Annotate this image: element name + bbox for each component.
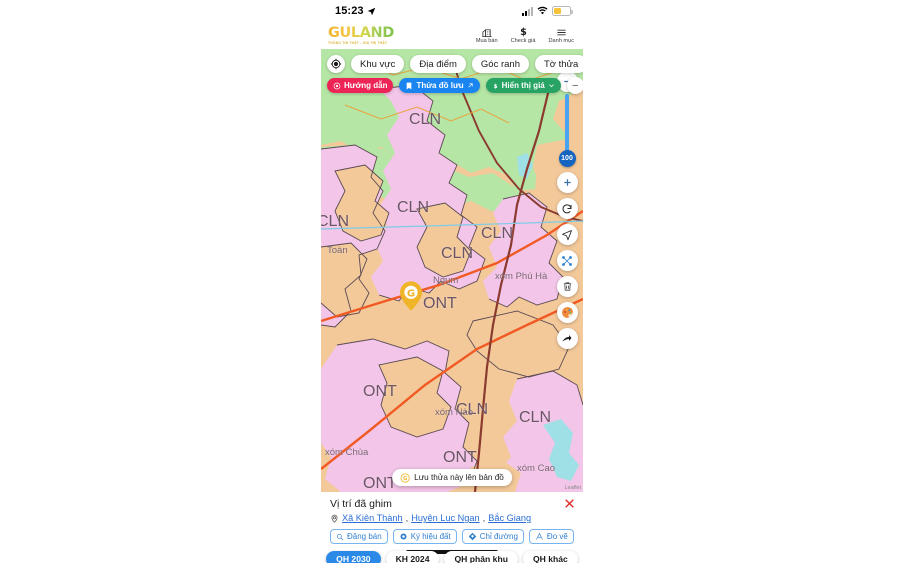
navigate-locate-icon xyxy=(562,229,572,240)
address-part-commune[interactable]: Xã Kiên Thành xyxy=(342,513,403,523)
collapse-filters-button[interactable]: − xyxy=(566,77,583,94)
screenshot-root: 15:23 GULAND THÔNG TIN THẬT - GIÁ TRỊ TH… xyxy=(0,0,903,563)
address-part-province[interactable]: Bắc Giang xyxy=(488,513,531,523)
map-container[interactable]: CLN CLN CLN CLN CLN CLN CLN ONT ONT ONT … xyxy=(321,49,583,492)
draw-measure-icon xyxy=(536,532,543,540)
pin-save-icon: G xyxy=(400,472,410,483)
dollar-sign-icon: $ xyxy=(493,84,497,90)
action-dang-ban[interactable]: Đăng bán xyxy=(330,529,388,545)
phone-viewport: 15:23 GULAND THÔNG TIN THẬT - GIÁ TRỊ TH… xyxy=(321,0,583,563)
quy-hoach-tabs: QH 2030 KH 2024 QH phân khu QH khác xyxy=(321,547,583,563)
filter-chips-primary: Khu vực Địa điểm Góc ranh Tờ thửa xyxy=(321,55,583,73)
action-chi-duong[interactable]: Chỉ đường xyxy=(461,529,524,545)
house-building-icon xyxy=(481,26,493,38)
color-palette-icon xyxy=(561,307,573,318)
status-bar-indicators xyxy=(522,2,573,20)
zoom-in-button[interactable] xyxy=(556,172,578,193)
logo-tagline: THÔNG TIN THẬT - GIÁ TRỊ THẬT xyxy=(328,40,388,45)
action-label: Đăng bán xyxy=(347,532,382,542)
measure-area-icon xyxy=(562,255,572,266)
panel-title: Vị trí đã ghim xyxy=(330,498,392,510)
svg-text:$: $ xyxy=(493,84,497,90)
status-bar-time: 15:23 xyxy=(335,5,364,17)
map-pin-outline-icon xyxy=(331,514,338,523)
close-panel-button[interactable] xyxy=(563,497,576,510)
share-icon xyxy=(562,334,572,341)
chip-hien-thi-gia[interactable]: $ Hiển thị giá xyxy=(485,78,561,93)
filter-chip-khu-vuc[interactable]: Khu vực xyxy=(351,55,405,73)
measure-button[interactable] xyxy=(556,250,578,271)
locate-me-button[interactable] xyxy=(556,224,578,245)
action-ky-hieu-dat[interactable]: Ký hiệu đất xyxy=(392,529,457,545)
location-arrow-icon xyxy=(367,7,376,16)
pinned-location-panel: Vị trí đã ghim Xã Kiên Thành, Huyện Lục … xyxy=(321,492,583,549)
layer-palette-button[interactable] xyxy=(556,302,578,323)
tab-qh-khac[interactable]: QH khác xyxy=(522,551,578,563)
chip-huong-dan[interactable]: Hướng dẫn xyxy=(327,78,394,93)
close-x-icon xyxy=(565,499,574,508)
header-nav: Mua bán $ Check giá Danh mục xyxy=(476,26,574,45)
panel-address: Xã Kiên Thành, Huyện Lục Ngan, Bắc Giang xyxy=(330,513,574,523)
bookmark-icon xyxy=(407,82,412,89)
arrow-up-right-icon xyxy=(468,83,473,88)
hamburger-menu-icon xyxy=(555,26,568,38)
pin-plus-icon xyxy=(337,533,344,540)
directions-icon xyxy=(468,532,476,541)
refresh-button[interactable] xyxy=(556,198,578,219)
panel-actions: Đăng bán Ký hiệu đất Chỉ đường Đo vẽ xyxy=(330,529,574,545)
crosshair-target-icon[interactable] xyxy=(327,55,345,73)
cellular-signal-icon xyxy=(522,6,533,16)
address-part-district[interactable]: Huyện Lục Ngan xyxy=(411,513,479,523)
refresh-icon xyxy=(562,203,572,213)
guland-logo[interactable]: GULAND THÔNG TIN THẬT - GIÁ TRỊ THẬT xyxy=(328,26,394,45)
logo-text: GULAND xyxy=(328,24,394,41)
trash-icon xyxy=(563,282,571,291)
chevron-down-icon xyxy=(548,84,554,88)
pin-letter: G xyxy=(407,288,415,299)
action-label: Đo vẽ xyxy=(546,532,568,542)
filter-chips-secondary: Hướng dẫn Thửa đồ lưu $ Hiển thị giá − xyxy=(321,77,583,94)
action-label: Ký hiệu đất xyxy=(410,532,451,542)
nav-item-danh-muc[interactable]: Danh mục xyxy=(548,26,575,45)
guland-location-pin[interactable]: G xyxy=(400,281,422,316)
record-circle-icon xyxy=(333,82,341,89)
wifi-icon xyxy=(537,2,548,20)
filter-chip-dia-diem[interactable]: Địa điểm xyxy=(410,55,466,73)
nav-label: Mua bán xyxy=(475,38,498,45)
nav-label: Check giá xyxy=(510,38,536,45)
address-separator: , xyxy=(405,513,409,524)
nav-item-check-gia[interactable]: $ Check giá xyxy=(511,26,536,45)
map-attribution[interactable]: Leaflet xyxy=(564,485,581,491)
app-header: GULAND THÔNG TIN THẬT - GIÁ TRỊ THẬT Mua… xyxy=(321,22,583,49)
address-separator: , xyxy=(482,513,486,524)
nav-label: Danh mục xyxy=(548,38,575,45)
dollar-sign-icon: $ xyxy=(518,26,529,38)
save-parcel-button[interactable]: G Lưu thửa này lên bản đồ xyxy=(392,469,512,486)
chip-label: Hiển thị giá xyxy=(501,81,545,90)
zoom-slider[interactable] xyxy=(565,94,569,156)
zoom-level-badge: 100 xyxy=(558,150,576,167)
filter-chip-to-thua[interactable]: Tờ thửa xyxy=(534,55,583,73)
tab-qh-2030[interactable]: QH 2030 xyxy=(326,551,381,563)
action-do-ve[interactable]: Đo vẽ xyxy=(528,529,574,545)
nav-item-mua-ban[interactable]: Mua bán xyxy=(476,26,498,45)
land-symbol-icon xyxy=(400,533,407,540)
chip-label: Hướng dẫn xyxy=(344,81,388,90)
filter-chip-goc-ranh[interactable]: Góc ranh xyxy=(471,55,529,73)
map-controls: 100 xyxy=(556,71,578,349)
svg-text:$: $ xyxy=(520,27,527,38)
status-bar: 15:23 xyxy=(321,0,583,22)
battery-low-icon xyxy=(552,6,573,16)
tab-kh-2024[interactable]: KH 2024 xyxy=(385,551,440,563)
delete-button[interactable] xyxy=(556,276,578,297)
chip-thua-do-luu[interactable]: Thửa đồ lưu xyxy=(399,78,480,93)
svg-text:G: G xyxy=(403,475,407,481)
chip-label: Thửa đồ lưu xyxy=(416,81,464,90)
share-button[interactable] xyxy=(556,328,578,349)
tab-qh-phan-khu[interactable]: QH phân khu xyxy=(444,551,518,563)
save-parcel-label: Lưu thửa này lên bản đồ xyxy=(414,473,504,482)
action-label: Chỉ đường xyxy=(479,532,518,542)
map-canvas xyxy=(321,49,583,492)
